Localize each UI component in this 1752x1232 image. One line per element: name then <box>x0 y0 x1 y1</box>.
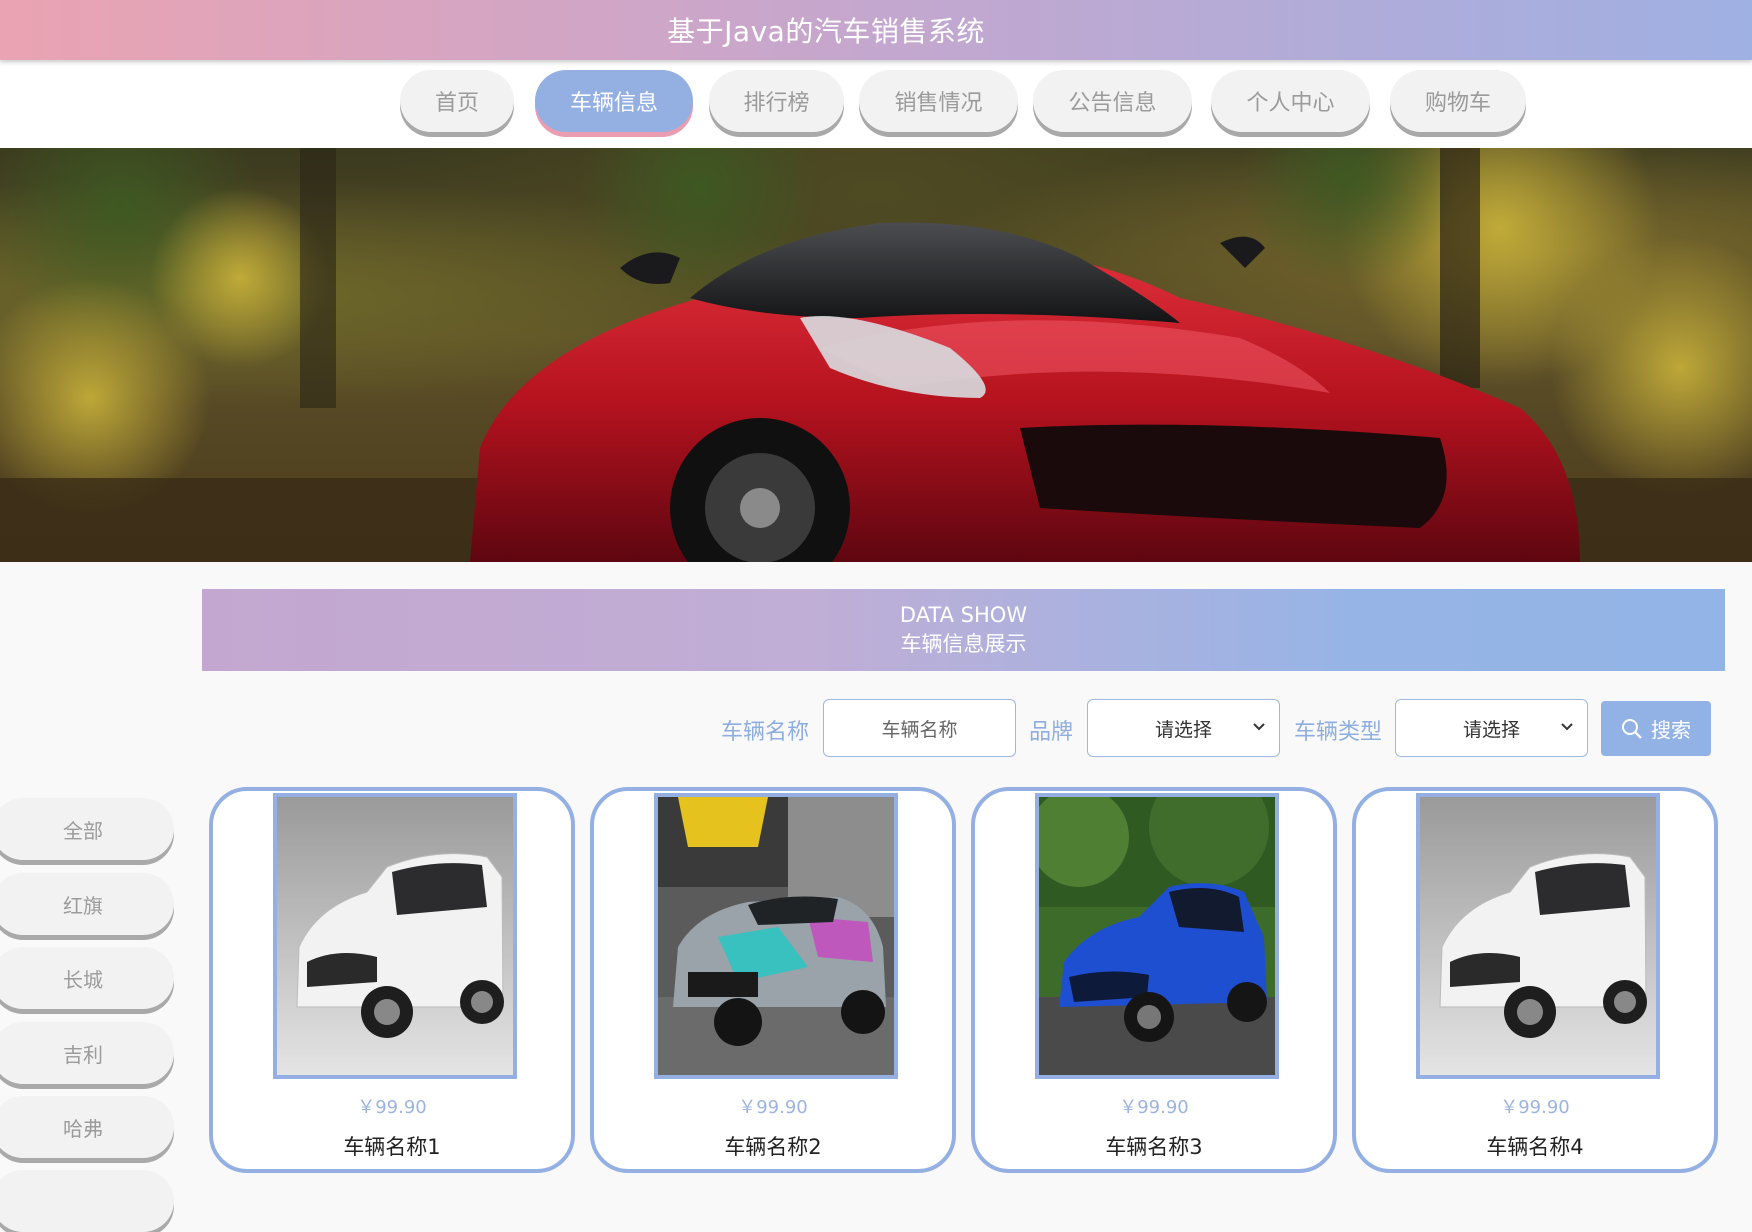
app-title: 基于Java的汽车销售系统 <box>667 15 985 48</box>
sidebar-item-great-wall[interactable]: 长城 <box>0 947 174 1009</box>
sidebar-item-more[interactable] <box>0 1170 174 1232</box>
vehicle-card[interactable]: ￥99.90 车辆名称4 <box>1352 787 1718 1173</box>
vehicle-image-white-mpv[interactable] <box>1416 793 1660 1079</box>
nav-item-profile[interactable]: 个人中心 <box>1211 70 1370 132</box>
brand-select[interactable]: 请选择 <box>1087 699 1280 757</box>
vehicle-card[interactable]: ￥99.90 车辆名称3 <box>971 787 1337 1173</box>
vehicle-name-label: 车辆名称 <box>721 720 810 745</box>
sidebar-item-geely[interactable]: 吉利 <box>0 1022 174 1084</box>
brand-select-value: 请选择 <box>1154 718 1212 741</box>
search-button-label: 搜索 <box>1651 718 1691 742</box>
nav-item-ranking[interactable]: 排行榜 <box>709 70 844 132</box>
vehicle-type-select[interactable]: 请选择 <box>1395 699 1588 757</box>
vehicle-card[interactable]: ￥99.90 车辆名称1 <box>209 787 575 1173</box>
section-title-en: DATA SHOW <box>899 603 1028 627</box>
vehicle-name[interactable]: 车辆名称1 <box>213 1131 571 1161</box>
sidebar-item-haval[interactable]: 哈弗 <box>0 1096 174 1158</box>
search-icon <box>1622 718 1642 739</box>
chevron-down-icon <box>1253 723 1265 731</box>
nav-item-vehicle-info[interactable]: 车辆信息 <box>535 70 693 132</box>
vehicle-name[interactable]: 车辆名称3 <box>975 1131 1333 1161</box>
chevron-down-icon <box>1561 723 1573 731</box>
vehicle-type-select-value: 请选择 <box>1462 718 1520 741</box>
nav-item-sales[interactable]: 销售情况 <box>859 70 1018 132</box>
red-sports-car-image <box>0 148 1752 562</box>
section-title-cn: 车辆信息展示 <box>900 632 1027 656</box>
main-nav: 首页 车辆信息 排行榜 销售情况 公告信息 个人中心 购物车 <box>0 62 1752 148</box>
sidebar-item-hongqi[interactable]: 红旗 <box>0 873 174 935</box>
vehicle-image-hks-hatchback[interactable] <box>654 793 898 1079</box>
vehicle-price: ￥99.90 <box>1119 1097 1189 1118</box>
vehicle-name-placeholder: 车辆名称 <box>881 718 958 741</box>
vehicle-type-label: 车辆类型 <box>1294 720 1383 745</box>
brand-label: 品牌 <box>1029 720 1074 745</box>
vehicle-image-blue-coupe[interactable] <box>1035 793 1279 1079</box>
nav-item-cart[interactable]: 购物车 <box>1390 70 1526 132</box>
section-header: DATA SHOW 车辆信息展示 <box>202 589 1725 671</box>
nav-item-announcements[interactable]: 公告信息 <box>1033 70 1192 132</box>
hero-banner <box>0 148 1752 562</box>
search-button[interactable]: 搜索 <box>1601 701 1711 756</box>
vehicle-name[interactable]: 车辆名称4 <box>1356 1131 1714 1161</box>
app-title-bar: 基于Java的汽车销售系统 <box>0 0 1752 60</box>
vehicle-card[interactable]: ￥99.90 车辆名称2 <box>590 787 956 1173</box>
vehicle-name-input[interactable]: 车辆名称 <box>823 699 1016 757</box>
vehicle-image-white-mpv[interactable] <box>273 793 517 1079</box>
sidebar-item-all[interactable]: 全部 <box>0 798 174 860</box>
vehicle-name[interactable]: 车辆名称2 <box>594 1131 952 1161</box>
nav-item-home[interactable]: 首页 <box>400 70 514 132</box>
vehicle-price: ￥99.90 <box>1500 1097 1570 1118</box>
vehicle-price: ￥99.90 <box>357 1097 427 1118</box>
vehicle-price: ￥99.90 <box>738 1097 808 1118</box>
